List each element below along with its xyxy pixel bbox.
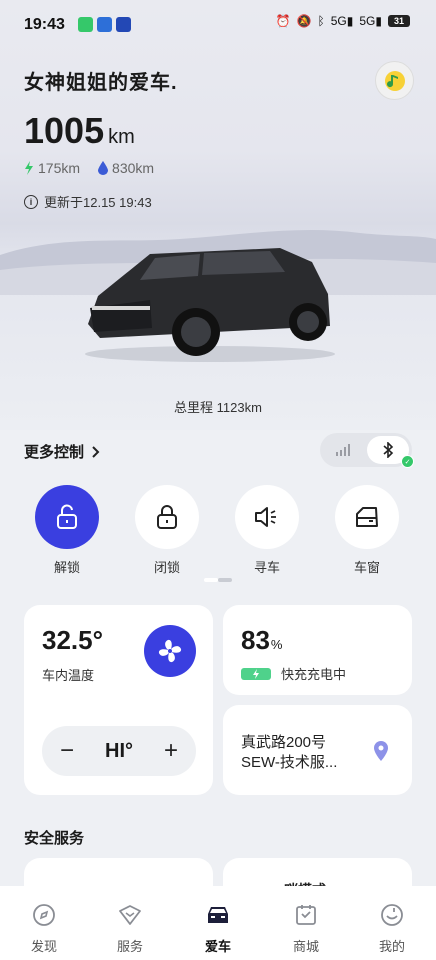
range-unit: km: [108, 126, 135, 148]
hero-area: [0, 0, 436, 430]
battery-level: 83%: [241, 625, 282, 656]
fuel-drop-icon: [98, 161, 109, 175]
signal-icon-2: 5G▮: [359, 14, 382, 28]
shop-icon: [296, 905, 316, 925]
vehicle-address: 真武路200号 SEW-技术服...: [241, 734, 338, 771]
horn-icon: [235, 485, 299, 549]
service-icon: [119, 905, 141, 925]
tab-discover-label: 发现: [30, 939, 57, 954]
cabin-temperature-label: 车内温度: [42, 668, 95, 683]
battery-percent: 83: [241, 625, 270, 655]
electric-range: 175km: [24, 160, 80, 176]
tab-service-label: 服务: [116, 939, 143, 954]
lock-icon: [135, 485, 199, 549]
climate-card[interactable]: 32.5° 车内温度 − HI° +: [24, 605, 213, 795]
status-bar: 19:43 ⏰ 🔕 ᛒ 5G▮ 5G▮ 31: [0, 0, 436, 50]
more-controls-label: 更多控制: [24, 444, 85, 461]
temperature-decrease-button[interactable]: −: [60, 737, 74, 765]
wechat-icon: [78, 17, 93, 32]
mute-icon: 🔕: [296, 14, 312, 28]
alarm-icon: ⏰: [275, 14, 291, 28]
charge-status: 快充充电中: [241, 664, 346, 683]
unlock-button[interactable]: 解锁: [34, 485, 100, 576]
unlock-icon: [35, 485, 99, 549]
bluetooth-icon: [383, 442, 394, 458]
car-title[interactable]: 女神姐姐的爱车.: [24, 66, 178, 95]
cellular-option[interactable]: [323, 436, 365, 464]
bottom-tab-bar: 发现 服务 爱车 商城 我的: [0, 886, 436, 960]
signal-icon-1: 5G▮: [330, 14, 354, 28]
page-indicator: [204, 578, 232, 582]
tab-my-car[interactable]: 爱车: [188, 902, 248, 955]
tab-discover[interactable]: 发现: [14, 902, 74, 955]
lock-button[interactable]: 闭锁: [134, 485, 200, 576]
temperature-control: − HI° +: [42, 726, 196, 776]
fuel-range: 830km: [98, 160, 154, 176]
fuel-range-value: 830km: [112, 160, 155, 176]
compass-icon: [33, 904, 55, 926]
cellular-signal-icon: [336, 444, 350, 456]
temperature-increase-button[interactable]: +: [164, 737, 178, 765]
bluetooth-status-icon: ᛒ: [317, 14, 325, 28]
status-icons: ⏰ 🔕 ᛒ 5G▮ 5G▮ 31: [276, 14, 410, 28]
info-icon: i: [24, 194, 38, 209]
tab-shop[interactable]: 商城: [276, 902, 336, 955]
range-value: 1005: [24, 110, 105, 151]
user-avatar[interactable]: [375, 61, 414, 100]
tab-shop-label: 商城: [292, 939, 319, 954]
fan-button[interactable]: [144, 625, 196, 677]
car-image[interactable]: [80, 236, 340, 366]
music-app-icon: [384, 70, 405, 91]
location-card[interactable]: 真武路200号 SEW-技术服...: [223, 705, 412, 795]
battery-icon: 31: [388, 15, 410, 27]
odometer: 总里程 1123km: [174, 400, 262, 415]
temperature-level: HI°: [105, 739, 133, 762]
location-pin-icon: [374, 741, 388, 761]
window-button[interactable]: 车窗: [334, 485, 400, 576]
charge-status-label: 快充充电中: [281, 667, 347, 682]
update-time[interactable]: i 更新于12.15 19:43: [24, 192, 152, 211]
battery-card[interactable]: 83% 快充充电中: [223, 605, 412, 695]
lock-label: 闭锁: [153, 560, 180, 575]
electric-range-value: 175km: [38, 160, 81, 176]
charging-icon: [241, 667, 271, 680]
tab-profile[interactable]: 我的: [362, 902, 422, 955]
battery-unit: %: [270, 637, 283, 652]
connection-toggle[interactable]: [320, 433, 412, 467]
connected-check-icon: ✓: [401, 455, 414, 468]
status-time: 19:43: [24, 16, 65, 33]
app-notification-icon: [116, 17, 131, 32]
window-icon: [335, 485, 399, 549]
pager-dot-active: [204, 578, 218, 582]
browser-icon: [97, 17, 112, 32]
update-time-label: 更新于12.15 19:43: [44, 195, 152, 210]
find-car-label: 寻车: [253, 560, 280, 575]
total-range: 1005 km: [24, 110, 135, 152]
window-label: 车窗: [353, 560, 380, 575]
cabin-temperature: 32.5°: [42, 625, 104, 655]
unlock-label: 解锁: [53, 560, 80, 575]
car-icon: [208, 907, 228, 923]
profile-icon: [381, 904, 403, 926]
lightning-icon: [25, 161, 33, 175]
tab-profile-label: 我的: [378, 939, 405, 954]
tab-service[interactable]: 服务: [100, 902, 160, 955]
pager-dot: [218, 578, 232, 582]
chevron-right-icon: [92, 445, 100, 458]
sub-ranges: 175km 830km: [24, 160, 154, 176]
find-car-button[interactable]: 寻车: [234, 485, 300, 576]
fan-icon: [158, 639, 182, 663]
more-controls-link[interactable]: 更多控制: [24, 441, 100, 462]
safety-section-title: 安全服务: [24, 830, 85, 847]
tab-my-car-label: 爱车: [204, 939, 231, 954]
